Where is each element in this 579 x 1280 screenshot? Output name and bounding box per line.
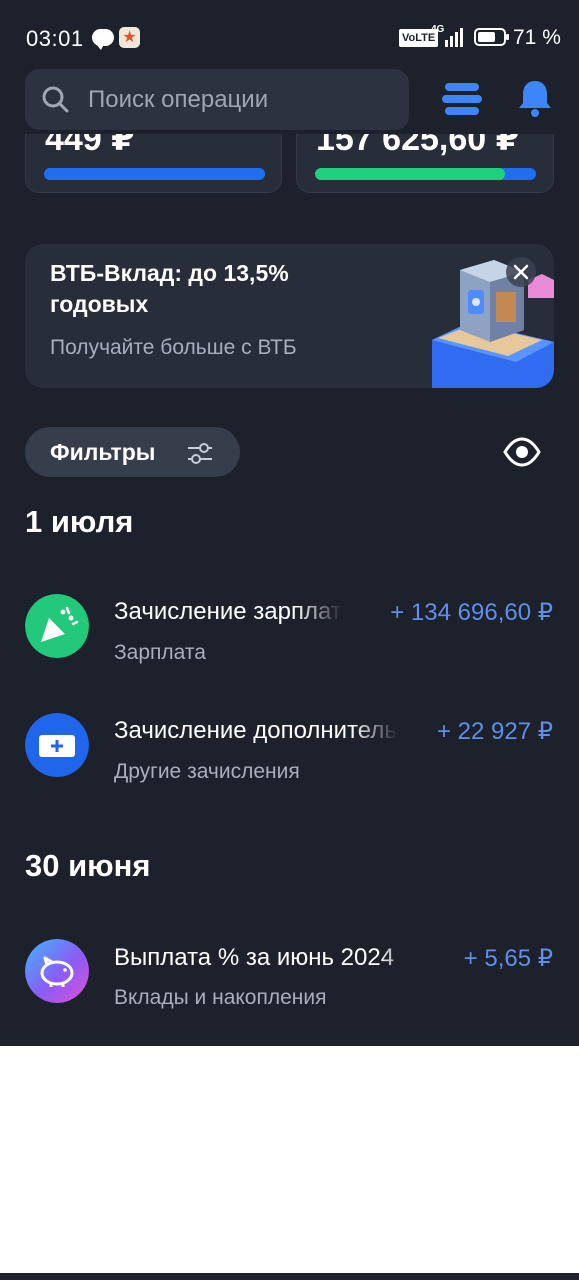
close-icon[interactable] — [506, 257, 536, 287]
transaction-category: Зарплата — [114, 641, 206, 664]
transaction-title: Зачисление зарплаты — [114, 598, 342, 626]
network-type: 4G — [431, 24, 445, 35]
bell-icon[interactable] — [516, 78, 554, 118]
account-progress-fill — [315, 168, 506, 180]
account-progress-fill — [44, 168, 265, 180]
date-header: 30 июня — [25, 848, 151, 883]
promo-title: ВТБ-Вклад: до 13,5% годовых — [50, 260, 289, 317]
chat-notification-icon — [92, 29, 114, 50]
status-time: 03:01 — [26, 26, 84, 51]
filters-label: Фильтры — [50, 439, 156, 465]
account-cards: 449 ₽ 157 625,60 ₽ — [0, 134, 579, 204]
menu-icon[interactable] — [442, 80, 482, 118]
navigation-bar-edge — [0, 1273, 579, 1280]
search-placeholder: Поиск операции — [88, 86, 269, 113]
promo-banner[interactable]: ВТБ-Вклад: до 13,5% годовых Получайте бо… — [25, 244, 554, 388]
transaction-title: Зачисление дополнительное — [114, 717, 398, 745]
sliders-icon — [188, 443, 212, 464]
eye-icon[interactable] — [503, 437, 541, 467]
signal-icon — [445, 28, 463, 47]
account-card-1[interactable]: 449 ₽ — [25, 134, 282, 193]
search-input[interactable]: Поиск операции — [25, 69, 409, 130]
operations-screen: 03:01 ★ VoLTE 4G 71 % 449 ₽ 157 625,60 ₽ — [0, 0, 579, 1046]
transaction-amount: + 5,65 ₽ — [463, 945, 553, 972]
transaction-category: Вклады и накопления — [114, 986, 327, 1009]
transaction-amount: + 22 927 ₽ — [436, 718, 553, 745]
transaction-category: Другие зачисления — [114, 760, 300, 783]
account-balance: 157 625,60 ₽ — [316, 134, 520, 158]
date-header: 1 июля — [25, 504, 134, 539]
transaction-amount: + 134 696,60 ₽ — [390, 599, 553, 626]
account-progress-bar — [44, 168, 265, 180]
transaction-title: Выплата % за июнь 2024 — [114, 944, 424, 972]
filters-button[interactable]: Фильтры — [25, 427, 240, 477]
account-balance: 449 ₽ — [45, 134, 135, 158]
account-progress-bar — [315, 168, 536, 180]
battery-icon — [474, 28, 509, 46]
plus-wallet-icon — [25, 713, 89, 777]
party-popper-icon — [25, 594, 89, 658]
piggy-bank-icon — [25, 939, 89, 1003]
account-card-2[interactable]: 157 625,60 ₽ — [296, 134, 554, 193]
app-notification-icon: ★ — [119, 27, 140, 48]
search-icon — [42, 86, 69, 113]
promo-subtitle: Получайте больше с ВТБ — [50, 336, 297, 359]
battery-percent: 71 % — [513, 26, 561, 49]
status-bar: 03:01 ★ VoLTE 4G 71 % — [0, 0, 579, 72]
